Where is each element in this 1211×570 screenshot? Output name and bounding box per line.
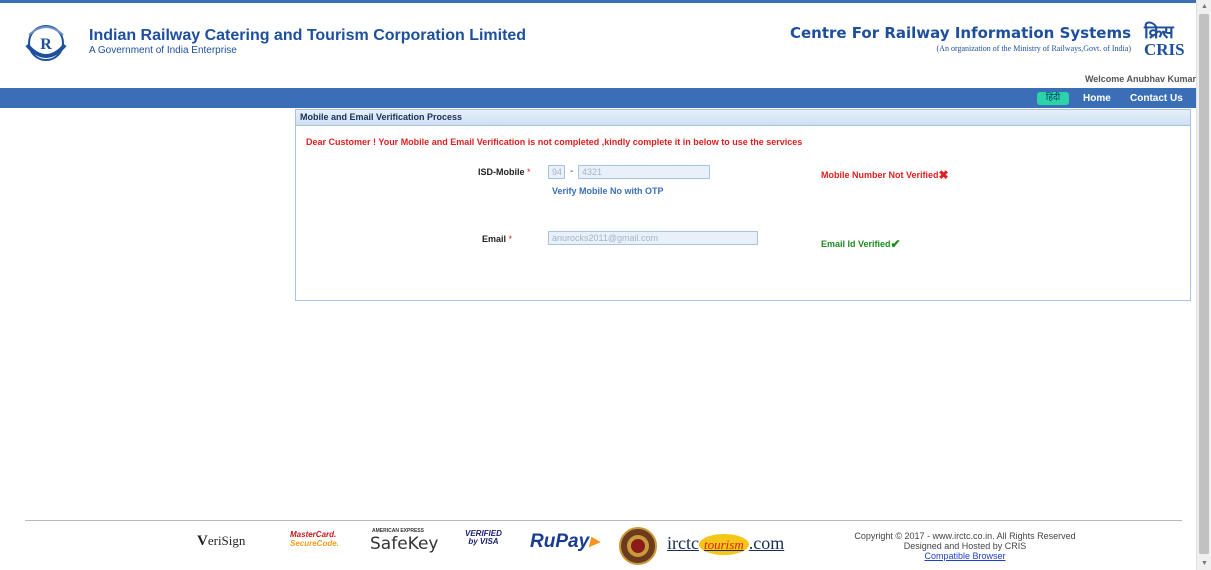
mobile-status-text: Mobile Number Not Verified bbox=[821, 170, 939, 180]
rupay-arrow-icon: ▸ bbox=[589, 531, 599, 552]
isd-code-input[interactable] bbox=[548, 165, 565, 179]
required-mark: * bbox=[527, 167, 531, 177]
copyright-block: Copyright © 2017 - www.irctc.co.in. All … bbox=[840, 531, 1090, 561]
vertical-scrollbar[interactable]: ▲ ▼ bbox=[1196, 0, 1211, 570]
dotcom-text: .com bbox=[748, 533, 785, 553]
verisign-logo: VeriSign bbox=[197, 533, 245, 550]
mastercard-line2: SecureCode. bbox=[290, 539, 339, 548]
verisign-v: V bbox=[197, 533, 208, 549]
verified-by-visa-logo: VERIFIED by VISA bbox=[465, 530, 502, 546]
check-icon: ✔ bbox=[890, 237, 901, 251]
isd-separator: - bbox=[570, 166, 574, 177]
safekey-text: SafeKey bbox=[370, 534, 439, 554]
email-label: Email * bbox=[482, 234, 512, 244]
irctc-logo-icon: R bbox=[25, 25, 67, 61]
mobile-status: Mobile Number Not Verified✖ bbox=[821, 168, 949, 182]
isd-mobile-label: ISD-Mobile * bbox=[478, 167, 531, 177]
verification-notice: Dear Customer ! Your Mobile and Email Ve… bbox=[306, 137, 803, 147]
compatible-browser-link[interactable]: Compatible Browser bbox=[840, 551, 1090, 561]
cross-icon: ✖ bbox=[938, 168, 949, 182]
irctc-text: irctc bbox=[667, 533, 699, 553]
tourism-text: tourism bbox=[698, 534, 749, 555]
nav-home-link[interactable]: Home bbox=[1083, 93, 1111, 104]
verification-panel: Mobile and Email Verification Process De… bbox=[295, 109, 1191, 301]
irctc-tourism-logo[interactable]: irctc tourism .com bbox=[667, 533, 785, 555]
cris-subtitle: (An organization of the Ministry of Rail… bbox=[936, 44, 1131, 53]
nav-contact-link[interactable]: Contact Us bbox=[1130, 93, 1183, 104]
amex-safekey-logo: AMERICAN EXPRESS SafeKey bbox=[370, 528, 438, 554]
hosted-text: Designed and Hosted by CRIS bbox=[903, 541, 1027, 551]
svg-text:R: R bbox=[40, 36, 52, 53]
top-border bbox=[0, 0, 1196, 3]
footer-divider bbox=[25, 520, 1182, 521]
cris-logo-text: CRIS bbox=[1144, 40, 1185, 59]
visa-line2: by VISA bbox=[468, 537, 499, 546]
nav-bar bbox=[0, 88, 1196, 108]
isd-mobile-label-text: ISD-Mobile bbox=[478, 167, 525, 177]
copyright-text: Copyright © 2017 - www.irctc.co.in. All … bbox=[854, 531, 1076, 541]
email-status: Email Id Verified✔ bbox=[821, 237, 901, 251]
org-title: Indian Railway Catering and Tourism Corp… bbox=[89, 27, 527, 44]
rupay-text: RuPay bbox=[530, 531, 590, 552]
welcome-text: Welcome Anubhav Kumar bbox=[1084, 74, 1196, 84]
org-subtitle: A Government of India Enterprise bbox=[89, 45, 237, 56]
verisign-rest: eriSign bbox=[207, 533, 246, 548]
rupay-logo: RuPay▸ bbox=[530, 530, 599, 553]
scroll-down-icon[interactable]: ▼ bbox=[1201, 560, 1208, 567]
mobile-number-input[interactable] bbox=[578, 165, 710, 179]
panel-header: Mobile and Email Verification Process bbox=[296, 110, 1190, 126]
hindi-language-button[interactable]: हिंदी bbox=[1037, 92, 1069, 105]
email-label-text: Email bbox=[482, 234, 507, 244]
cris-title: Centre For Railway Information Systems bbox=[789, 24, 1131, 42]
required-mark: * bbox=[508, 234, 513, 244]
verify-mobile-otp-link[interactable]: Verify Mobile No with OTP bbox=[552, 186, 664, 196]
email-input[interactable] bbox=[548, 231, 758, 245]
mastercard-securecode-logo: MasterCard. SecureCode. bbox=[290, 530, 339, 548]
scrollbar-thumb[interactable] bbox=[1199, 14, 1209, 554]
panel-title: Mobile and Email Verification Process bbox=[300, 112, 463, 122]
page: R Indian Railway Catering and Tourism Co… bbox=[0, 0, 1211, 570]
email-status-text: Email Id Verified bbox=[821, 239, 891, 249]
mastercard-line1: MasterCard. bbox=[290, 530, 337, 539]
maharajas-express-emblem-icon bbox=[619, 527, 657, 565]
scroll-up-icon[interactable]: ▲ bbox=[1201, 3, 1208, 10]
